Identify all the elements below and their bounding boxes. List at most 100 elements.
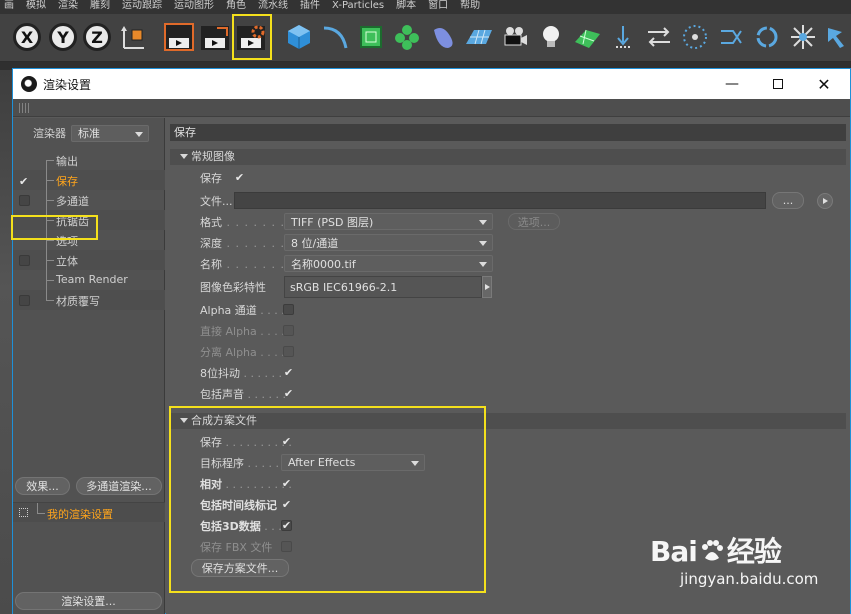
menu-item-render[interactable]: 渲染 — [58, 0, 78, 14]
color-profile-menu-button[interactable] — [482, 276, 492, 298]
collapse-triangle-icon — [180, 154, 188, 159]
menu-item-mograph[interactable]: 运动图形 — [174, 0, 214, 14]
maximize-button[interactable] — [755, 69, 801, 99]
save-enable-checkbox[interactable]: ✔ — [19, 175, 30, 187]
include-sound-checkbox[interactable]: ✔ — [283, 388, 294, 399]
loop-button[interactable] — [750, 20, 784, 54]
exchange-button[interactable] — [642, 20, 676, 54]
separate-alpha-checkbox[interactable] — [283, 346, 294, 357]
watermark-brand-right: 经验 — [726, 535, 782, 568]
menu-item-simulate[interactable]: 模拟 — [26, 0, 46, 14]
renderer-select[interactable]: 标准 — [71, 124, 149, 142]
include-sound-row: 包括声音 . . . . . . — [200, 385, 286, 403]
camera-icon — [504, 27, 527, 46]
render-to-picture-viewer-button[interactable] — [198, 20, 232, 54]
dialog-title: 渲染设置 — [43, 77, 92, 92]
depth-select[interactable]: 8 位/通道 — [284, 234, 493, 251]
menu-item-help[interactable]: 帮助 — [460, 0, 480, 14]
menu-item-plugins[interactable]: 插件 — [300, 0, 320, 14]
dialog-titlebar[interactable]: 渲染设置 — ✕ — [13, 69, 850, 99]
dot-leader: . . . . . . — [244, 456, 286, 470]
renderer-value: 标准 — [78, 127, 100, 140]
multipass-render-button[interactable]: 多通道渲染... — [76, 477, 162, 495]
save-image-checkbox[interactable]: ✔ — [234, 172, 245, 183]
name-format-select[interactable]: 名称0000.tif — [284, 255, 493, 272]
format-options-button[interactable]: 选项... — [508, 213, 560, 230]
cube-object-button[interactable] — [282, 20, 316, 54]
color-profile-field[interactable]: sRGB IEC61966-2.1 — [284, 276, 482, 298]
tree-item-team-render[interactable]: Team Render — [13, 270, 165, 290]
file-path-input[interactable] — [234, 192, 766, 209]
save-project-file-button[interactable]: 保存方案文件... — [191, 559, 289, 577]
menu-item-sculpt[interactable]: 雕刻 — [90, 0, 110, 14]
save-fbx-checkbox[interactable] — [281, 541, 292, 552]
render-setting-name: 我的渲染设置 — [47, 508, 113, 521]
render-view-icon — [164, 23, 194, 51]
spline-pen-button[interactable] — [318, 20, 352, 54]
include-sound-label: 包括声音 — [200, 388, 244, 401]
menu-item-window[interactable]: 窗口 — [428, 0, 448, 14]
camera-button[interactable] — [498, 20, 532, 54]
effects-button[interactable]: 效果... — [15, 477, 70, 495]
explode-button[interactable] — [678, 20, 712, 54]
chevron-down-icon — [135, 131, 143, 137]
minimize-button[interactable]: — — [709, 69, 755, 99]
cloner-button[interactable] — [390, 20, 424, 54]
include-3d-data-checkbox[interactable]: ✔ — [281, 520, 292, 531]
tree-item-antialiasing[interactable]: 抗锯齿 — [13, 210, 165, 230]
render-view-button[interactable] — [162, 20, 196, 54]
tree-item-material-override[interactable]: 材质覆写 — [13, 290, 165, 310]
deformer-button[interactable] — [426, 20, 460, 54]
x-axis-lock-button[interactable]: X — [10, 20, 44, 54]
color-profile-label: 图像色彩特性 — [200, 281, 266, 294]
comp-save-checkbox[interactable]: ✔ — [281, 436, 292, 447]
multipass-enable-checkbox[interactable] — [19, 195, 30, 206]
timeline-markers-checkbox[interactable]: ✔ — [281, 499, 292, 510]
grip-icon[interactable] — [19, 103, 31, 113]
stereoscopic-enable-checkbox[interactable] — [19, 255, 30, 266]
save-fbx-row: 保存 FBX 文件 — [200, 538, 272, 556]
scale-button[interactable] — [786, 20, 820, 54]
tree-item-stereoscopic[interactable]: 立体 — [13, 250, 165, 270]
target-app-select[interactable]: After Effects — [281, 454, 425, 471]
dither-checkbox[interactable]: ✔ — [283, 367, 294, 378]
tree-item-save[interactable]: ✔ 保存 — [13, 170, 165, 190]
tree-item-options[interactable]: 选项 — [13, 230, 165, 250]
browse-button[interactable]: ... — [772, 192, 804, 209]
tree-item-output[interactable]: 输出 — [13, 150, 165, 170]
coordinate-system-button[interactable] — [118, 20, 152, 54]
floor-button[interactable] — [462, 20, 496, 54]
straight-alpha-checkbox[interactable] — [283, 325, 294, 336]
chevron-down-icon — [479, 220, 487, 225]
subdivision-button[interactable] — [354, 20, 388, 54]
close-button[interactable]: ✕ — [801, 69, 847, 99]
light-button[interactable] — [534, 20, 568, 54]
menu-item-character[interactable]: 角色 — [226, 0, 246, 14]
z-axis-lock-button[interactable]: Z — [80, 20, 114, 54]
name-label: 名称 — [200, 258, 222, 271]
render-setting-list-item[interactable]: 我的渲染设置 — [13, 502, 165, 522]
format-select[interactable]: TIFF (PSD 图层) — [284, 213, 493, 230]
menu-item-motion-tracking[interactable]: 运动跟踪 — [122, 0, 162, 14]
tree-item-multipass[interactable]: 多通道 — [13, 190, 165, 210]
material-override-enable-checkbox[interactable] — [19, 295, 30, 306]
light-icon — [543, 26, 559, 47]
shuffle-button[interactable] — [714, 20, 748, 54]
group-title: 常规图像 — [191, 150, 235, 163]
menu-item-script[interactable]: 脚本 — [396, 0, 416, 14]
file-expand-button[interactable] — [817, 193, 833, 209]
drag-button[interactable] — [820, 20, 851, 54]
alpha-channel-checkbox[interactable] — [283, 304, 294, 315]
render-settings-menu-button[interactable]: 渲染设置... — [15, 592, 162, 610]
compositing-group-header[interactable]: 合成方案文件 — [170, 413, 846, 429]
main-menubar: 画 模拟 渲染 雕刻 运动跟踪 运动图形 角色 流水线 插件 X-Particl… — [0, 0, 851, 14]
gravity-button[interactable] — [606, 20, 640, 54]
y-axis-lock-button[interactable]: Y — [46, 20, 80, 54]
relative-checkbox[interactable]: ✔ — [281, 478, 292, 489]
grid-plane-button[interactable] — [570, 20, 604, 54]
menu-item[interactable]: 画 — [4, 0, 14, 14]
menu-item-pipeline[interactable]: 流水线 — [258, 0, 288, 14]
menu-item-x-particles[interactable]: X-Particles — [332, 0, 384, 14]
tree-branch — [46, 260, 54, 261]
regular-image-group-header[interactable]: 常规图像 — [170, 149, 846, 165]
